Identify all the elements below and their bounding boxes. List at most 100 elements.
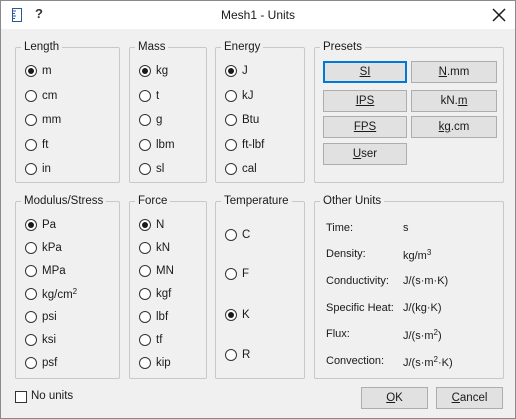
length-option-mm[interactable]: mm xyxy=(25,112,61,128)
force-option-n[interactable]: N xyxy=(139,217,164,233)
preset-si-button[interactable]: SI xyxy=(323,61,407,83)
radio-button[interactable] xyxy=(139,288,151,300)
temperature-group-title: Temperature xyxy=(221,194,292,208)
radio-button[interactable] xyxy=(25,288,37,300)
radio-button[interactable] xyxy=(25,90,37,102)
radio-button[interactable] xyxy=(25,357,37,369)
radio-button[interactable] xyxy=(225,229,237,241)
preset-user-button[interactable]: User xyxy=(323,143,407,165)
modulus-option-kg-cm2[interactable]: kg/cm2 xyxy=(25,286,77,302)
preset-ips-button[interactable]: IPS xyxy=(323,90,407,112)
flux-label: Flux: xyxy=(326,328,350,340)
preset-fps-button[interactable]: FPS xyxy=(323,116,407,138)
radio-button[interactable] xyxy=(225,90,237,102)
length-option-cm[interactable]: cm xyxy=(25,88,57,104)
radio-button[interactable] xyxy=(25,334,37,346)
temperature-option-r[interactable]: R xyxy=(225,347,250,363)
mass-option-t[interactable]: t xyxy=(139,88,159,104)
radio-button[interactable] xyxy=(139,311,151,323)
radio-button[interactable] xyxy=(139,357,151,369)
flux-value: J/(s·m2) xyxy=(403,328,442,342)
preset-n-mm-button[interactable]: N.mm xyxy=(411,61,497,83)
presets-group-title: Presets xyxy=(320,40,365,54)
close-icon[interactable] xyxy=(488,4,510,26)
energy-option-ft-lbf[interactable]: ft-lbf xyxy=(225,137,264,153)
radio-button[interactable] xyxy=(225,65,237,77)
modulus-option-pa[interactable]: Pa xyxy=(25,217,56,233)
radio-button[interactable] xyxy=(225,268,237,280)
radio-button[interactable] xyxy=(25,114,37,126)
force-option-tf[interactable]: tf xyxy=(139,332,162,348)
modulus-option-ksi[interactable]: ksi xyxy=(25,332,56,348)
force-option-kn[interactable]: kN xyxy=(139,240,170,256)
preset-kg-cm-button[interactable]: kg.cm xyxy=(411,116,497,138)
specific-heat-value: J/(kg·K) xyxy=(403,302,442,314)
radio-button[interactable] xyxy=(25,242,37,254)
no-units-label: No units xyxy=(31,390,74,402)
radio-button[interactable] xyxy=(139,90,151,102)
energy-option-kj[interactable]: kJ xyxy=(225,88,254,104)
force-option-mn[interactable]: MN xyxy=(139,263,174,279)
radio-button[interactable] xyxy=(25,265,37,277)
radio-button[interactable] xyxy=(25,163,37,175)
modulus-option-psf[interactable]: psf xyxy=(25,355,57,371)
modulus-option-psi[interactable]: psi xyxy=(25,309,57,325)
modulus-option-kpa[interactable]: kPa xyxy=(25,240,62,256)
radio-button[interactable] xyxy=(139,219,151,231)
length-group-title: Length xyxy=(21,40,63,54)
ok-button[interactable]: OK xyxy=(361,387,428,409)
length-option-m[interactable]: m xyxy=(25,63,52,79)
density-label: Density: xyxy=(326,248,366,260)
force-option-kgf[interactable]: kgf xyxy=(139,286,171,302)
force-option-kip[interactable]: kip xyxy=(139,355,171,371)
length-group: Length m cm mm ft in xyxy=(15,40,120,183)
title-bar: ? Mesh1 - Units xyxy=(1,1,515,29)
radio-button[interactable] xyxy=(225,349,237,361)
radio-button[interactable] xyxy=(25,311,37,323)
temperature-option-k[interactable]: K xyxy=(225,307,250,323)
window-title: Mesh1 - Units xyxy=(220,8,296,22)
other-units-group-title: Other Units xyxy=(320,194,385,208)
radio-button[interactable] xyxy=(225,114,237,126)
temperature-option-c[interactable]: C xyxy=(225,227,250,243)
energy-option-j[interactable]: J xyxy=(225,63,248,79)
radio-button[interactable] xyxy=(139,65,151,77)
mass-option-sl[interactable]: sl xyxy=(139,161,164,177)
mass-option-lbm[interactable]: lbm xyxy=(139,137,175,153)
radio-button[interactable] xyxy=(25,219,37,231)
time-value: s xyxy=(403,222,409,234)
radio-button[interactable] xyxy=(225,139,237,151)
radio-button[interactable] xyxy=(25,139,37,151)
length-option-in[interactable]: in xyxy=(25,161,51,177)
length-option-ft[interactable]: ft xyxy=(25,137,48,153)
conductivity-value: J/(s·m·K) xyxy=(403,275,449,287)
cancel-button[interactable]: Cancel xyxy=(436,387,503,409)
no-units-checkbox[interactable] xyxy=(15,391,27,403)
time-label: Time: xyxy=(326,222,354,234)
temperature-option-f[interactable]: F xyxy=(225,266,249,282)
modulus-option-mpa[interactable]: MPa xyxy=(25,263,66,279)
mass-option-g[interactable]: g xyxy=(139,112,162,128)
radio-button[interactable] xyxy=(225,309,237,321)
radio-button[interactable] xyxy=(25,65,37,77)
force-option-lbf[interactable]: lbf xyxy=(139,309,168,325)
presets-group: Presets SI N.mm IPS kN.m FPS kg.cm User xyxy=(314,40,504,183)
temperature-group: Temperature C F K R xyxy=(215,194,305,379)
preset-kn-m-button[interactable]: kN.m xyxy=(411,90,497,112)
radio-button[interactable] xyxy=(225,163,237,175)
energy-group-title: Energy xyxy=(221,40,264,54)
radio-button[interactable] xyxy=(139,163,151,175)
radio-button[interactable] xyxy=(139,114,151,126)
radio-button[interactable] xyxy=(139,242,151,254)
mass-option-kg[interactable]: kg xyxy=(139,63,168,79)
radio-button[interactable] xyxy=(139,139,151,151)
radio-button[interactable] xyxy=(139,334,151,346)
energy-option-btu[interactable]: Btu xyxy=(225,112,259,128)
convection-value: J/(s·m2·K) xyxy=(403,355,453,369)
mass-group: Mass kg t g lbm sl xyxy=(129,40,207,183)
modulus-group-title: Modulus/Stress xyxy=(21,194,107,208)
energy-option-cal[interactable]: cal xyxy=(225,161,257,177)
radio-button[interactable] xyxy=(139,265,151,277)
units-dialog: ? Mesh1 - Units Length m cm mm ft in Mas… xyxy=(0,0,516,419)
force-group-title: Force xyxy=(135,194,171,208)
